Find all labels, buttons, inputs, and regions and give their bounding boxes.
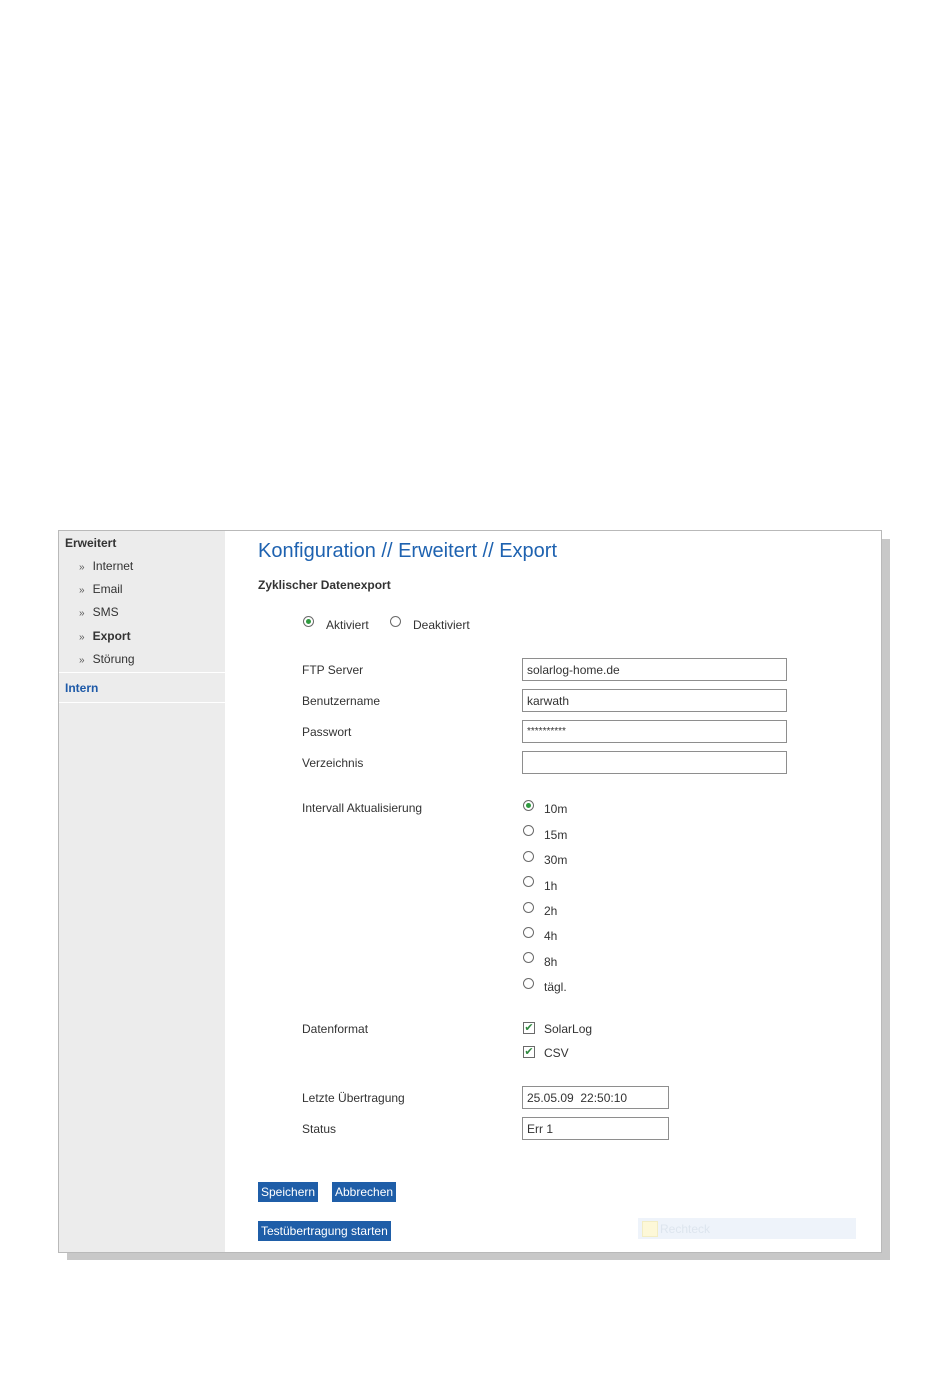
interval-option-label: tägl. [544,980,567,994]
checkbox-csv[interactable]: ✔ [523,1046,535,1058]
checkmark-icon: ✔ [524,1022,534,1034]
directory-input[interactable] [522,751,787,774]
checkbox-solarlog[interactable]: ✔ [523,1022,535,1034]
test-transfer-button[interactable]: Testübertragung starten [258,1221,391,1241]
page-title: Konfiguration // Erweitert // Export [258,540,558,562]
main-content: Konfiguration // Erweitert // Export Zyk… [225,531,881,1252]
bullet-icon: » [79,632,85,643]
sidebar-heading-erweitert: Erweitert [65,536,117,550]
checkbox-solarlog-label: SolarLog [544,1022,593,1036]
sidebar-item-intern[interactable]: Intern [65,681,98,695]
radio-interval-4h[interactable] [523,927,534,938]
save-button[interactable]: Speichern [258,1182,319,1202]
radio-deaktiviert[interactable] [390,616,401,627]
username-input[interactable] [522,689,787,712]
interval-option-label: 2h [544,904,558,918]
radio-interval-10m[interactable] [523,800,534,811]
interval-option-label: 4h [544,929,558,943]
radio-interval-8h[interactable] [523,952,534,963]
interval-option-label: 8h [544,955,558,969]
last-transfer-field [522,1086,669,1109]
interval-option-label: 30m [544,853,568,867]
bullet-icon: » [79,608,85,619]
directory-label: Verzeichnis [302,756,364,770]
sidebar-item-label: Internet [92,559,134,573]
interval-option-label: 15m [544,828,568,842]
radio-aktiviert[interactable] [303,616,314,627]
checkbox-csv-label: CSV [544,1046,569,1060]
bullet-icon: » [79,655,85,666]
username-label: Benutzername [302,694,381,708]
sidebar-item-label: Email [92,582,123,596]
sidebar-item-label: Export [92,629,131,643]
password-label: Passwort [302,725,352,739]
status-label: Status [302,1122,337,1136]
cancel-button[interactable]: Abbrechen [332,1182,397,1202]
sidebar-divider [59,672,225,673]
ftp-server-input[interactable] [522,658,787,681]
radio-interval-taegl[interactable] [523,978,534,989]
radio-interval-30m[interactable] [523,851,534,862]
sidebar-item-sms[interactable]: » SMS [79,605,119,619]
interval-label: Intervall Aktualisierung [302,801,423,815]
sidebar-item-internet[interactable]: » Internet [79,559,133,573]
rectangle-icon [642,1221,658,1237]
status-field [522,1117,669,1140]
password-input[interactable] [522,720,787,743]
ftp-server-label: FTP Server [302,663,364,677]
radio-interval-1h[interactable] [523,876,534,887]
ghost-shape-label: Rechteck [660,1222,711,1236]
sidebar-item-stoerung[interactable]: » Störung [79,652,135,666]
sidebar-divider [59,702,225,703]
radio-interval-2h[interactable] [523,902,534,913]
ghost-shape-box: Rechteck [638,1218,856,1239]
config-window: Erweitert » Internet » Email » SMS » Export … [58,530,882,1253]
radio-aktiviert-label: Aktiviert [326,618,369,632]
checkmark-icon: ✔ [524,1046,534,1058]
sidebar: Erweitert » Internet » Email » SMS » Export … [59,531,225,1252]
last-transfer-label: Letzte Übertragung [302,1091,405,1105]
interval-option-label: 1h [544,879,558,893]
section-title: Zyklischer Datenexport [258,578,391,592]
sidebar-item-export[interactable]: » Export [79,629,131,643]
radio-interval-15m[interactable] [523,825,534,836]
radio-deaktiviert-label: Deaktiviert [413,618,470,632]
sidebar-item-label: SMS [92,605,119,619]
bullet-icon: » [79,562,85,573]
data-format-label: Datenformat [302,1022,369,1036]
bullet-icon: » [79,585,85,596]
sidebar-item-email[interactable]: » Email [79,582,123,596]
sidebar-item-label: Störung [92,652,135,666]
interval-option-label: 10m [544,802,568,816]
